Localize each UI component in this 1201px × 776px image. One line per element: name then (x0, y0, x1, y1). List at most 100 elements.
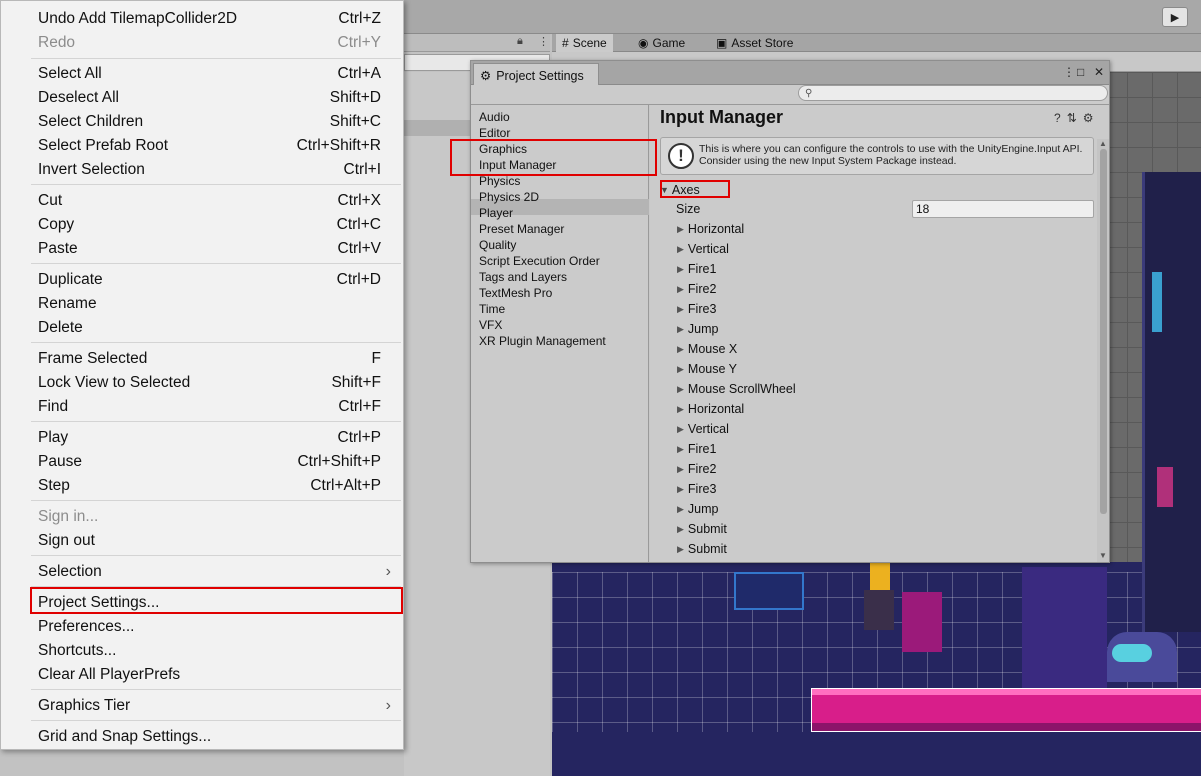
menu-item-shortcut: Ctrl+Z (338, 10, 381, 27)
sidebar-item-player[interactable]: Player (479, 205, 647, 221)
axis-foldout[interactable]: ▶ Jump (677, 320, 719, 338)
axis-foldout[interactable]: ▶ Mouse ScrollWheel (677, 380, 796, 398)
tab-game[interactable]: ◉ Game (632, 34, 691, 52)
menu-separator (31, 500, 401, 501)
axis-label: Horizontal (687, 402, 745, 416)
presets-icon[interactable]: ⇅ (1067, 111, 1083, 125)
menu-item-grid-and-snap-settings[interactable]: Grid and Snap Settings... (38, 725, 381, 749)
sidebar-item-script-execution-order[interactable]: Script Execution Order (479, 253, 647, 269)
size-label: Size (676, 202, 701, 216)
scene-pink-light (1157, 467, 1173, 507)
menu-item-shortcuts[interactable]: Shortcuts... (38, 639, 381, 663)
axis-label: Mouse X (687, 342, 738, 356)
axis-foldout[interactable]: ▶ Fire2 (677, 280, 716, 298)
menu-item-copy[interactable]: Copy Ctrl+C (38, 213, 381, 237)
menu-item-sign-in[interactable]: Sign in... (38, 505, 381, 529)
menu-item-frame-selected[interactable]: Frame Selected F (38, 347, 381, 371)
sidebar-item-xr-plugin-management[interactable]: XR Plugin Management (479, 333, 647, 349)
menu-item-selection[interactable]: Selection › (38, 560, 391, 584)
menu-item-redo[interactable]: Redo Ctrl+Y (38, 31, 381, 55)
sidebar-item-time[interactable]: Time (479, 301, 647, 317)
axis-foldout[interactable]: ▶ Mouse Y (677, 360, 737, 378)
sidebar-item-quality[interactable]: Quality (479, 237, 647, 253)
info-box: ! This is where you can configure the co… (660, 137, 1094, 175)
axis-foldout[interactable]: ▶ Fire3 (677, 300, 716, 318)
settings-search-input[interactable]: ⚲ (798, 85, 1108, 101)
settings-gear-icon[interactable]: ⚙ (1083, 111, 1100, 125)
axis-foldout[interactable]: ▶ Mouse X (677, 340, 737, 358)
axis-foldout[interactable]: ▶ Submit (677, 540, 727, 558)
axis-foldout[interactable]: ▶ Fire2 (677, 460, 716, 478)
axis-foldout[interactable]: ▶ Fire3 (677, 480, 716, 498)
menu-item-pause[interactable]: Pause Ctrl+Shift+P (38, 450, 381, 474)
menu-item-paste[interactable]: Paste Ctrl+V (38, 237, 381, 261)
sidebar-item-textmesh-pro[interactable]: TextMesh Pro (479, 285, 647, 301)
sidebar-item-physics-2d[interactable]: Physics 2D (479, 189, 647, 205)
sidebar-item-vfx[interactable]: VFX (479, 317, 647, 333)
collapsed-triangle-icon: ▶ (677, 383, 684, 394)
collapsed-triangle-icon: ▶ (677, 363, 684, 374)
axis-foldout[interactable]: ▶ Jump (677, 500, 719, 518)
menu-item-duplicate[interactable]: Duplicate Ctrl+D (38, 268, 381, 292)
help-icon[interactable]: ? (1054, 111, 1067, 125)
menu-item-delete[interactable]: Delete (38, 316, 381, 340)
sidebar-item-tags-and-layers[interactable]: Tags and Layers (479, 269, 647, 285)
menu-item-cut[interactable]: Cut Ctrl+X (38, 189, 381, 213)
menu-item-play[interactable]: Play Ctrl+P (38, 426, 381, 450)
menu-item-label: Graphics Tier (38, 697, 131, 714)
scroll-up-icon[interactable]: ▲ (1099, 139, 1107, 148)
highlight-input-manager (450, 139, 657, 176)
menu-item-select-prefab-root[interactable]: Select Prefab Root Ctrl+Shift+R (38, 134, 381, 158)
menu-item-preferences[interactable]: Preferences... (38, 615, 381, 639)
settings-content: Input Manager ?⇅⚙ ! This is where you ca… (650, 105, 1109, 562)
size-field[interactable]: 18 (912, 200, 1094, 218)
collapsed-triangle-icon: ▶ (677, 263, 684, 274)
tab-project-settings[interactable]: ⚙ Project Settings (473, 63, 599, 87)
axis-label: Fire2 (687, 462, 717, 476)
axis-foldout[interactable]: ▶ Horizontal (677, 220, 744, 238)
play-button[interactable]: ▶ (1162, 7, 1188, 27)
kebab-menu-icon[interactable]: ⋮ (1063, 65, 1075, 79)
menu-item-step[interactable]: Step Ctrl+Alt+P (38, 474, 381, 498)
scrollbar[interactable]: ▲ ▼ (1097, 139, 1109, 562)
gear-icon: ⚙ (480, 69, 492, 83)
maximize-icon[interactable]: □ (1077, 65, 1084, 79)
kebab-menu-icon[interactable]: ⋮ (538, 35, 549, 48)
lock-icon[interactable]: 🔒︎ (517, 35, 523, 48)
menu-item-undo-add-tilemapcollider2d[interactable]: Undo Add TilemapCollider2D Ctrl+Z (38, 7, 381, 31)
menu-item-sign-out[interactable]: Sign out (38, 529, 381, 553)
page-title: Input Manager (660, 107, 784, 127)
tab-asset-store[interactable]: ▣ Asset Store (710, 34, 799, 52)
sidebar-item-audio[interactable]: Audio (479, 109, 647, 125)
menu-item-graphics-tier[interactable]: Graphics Tier › (38, 694, 391, 718)
close-icon[interactable]: ✕ (1094, 65, 1104, 79)
collapsed-triangle-icon: ▶ (677, 303, 684, 314)
axis-foldout[interactable]: ▶ Vertical (677, 240, 729, 258)
player-sprite-legs (864, 590, 894, 630)
collapsed-triangle-icon: ▶ (677, 523, 684, 534)
menu-item-deselect-all[interactable]: Deselect All Shift+D (38, 86, 381, 110)
tab-label: Asset Store (731, 36, 794, 50)
sidebar-item-preset-manager[interactable]: Preset Manager (479, 221, 647, 237)
menu-item-select-children[interactable]: Select Children Shift+C (38, 110, 381, 134)
axis-foldout[interactable]: ▶ Horizontal (677, 400, 744, 418)
axis-foldout[interactable]: ▶ Fire1 (677, 260, 716, 278)
menu-item-shortcut: Shift+C (329, 113, 381, 130)
scene-platform (811, 688, 1201, 732)
menu-item-find[interactable]: Find Ctrl+F (38, 395, 381, 419)
menu-item-select-all[interactable]: Select All Ctrl+A (38, 62, 381, 86)
axis-foldout[interactable]: ▶ Vertical (677, 420, 729, 438)
menu-item-shortcut: Ctrl+V (337, 240, 382, 257)
menu-item-label: Lock View to Selected (38, 374, 191, 391)
axis-foldout[interactable]: ▶ Fire1 (677, 440, 716, 458)
menu-item-invert-selection[interactable]: Invert Selection Ctrl+I (38, 158, 381, 182)
scroll-down-icon[interactable]: ▼ (1099, 551, 1107, 560)
menu-item-lock-view-to-selected[interactable]: Lock View to Selected Shift+F (38, 371, 381, 395)
axis-foldout[interactable]: ▶ Submit (677, 520, 727, 538)
tab-scene[interactable]: # Scene (556, 34, 613, 52)
menu-item-clear-all-playerprefs[interactable]: Clear All PlayerPrefs (38, 663, 381, 687)
menu-item-rename[interactable]: Rename (38, 292, 381, 316)
menu-item-label: Sign in... (38, 508, 99, 525)
scroll-thumb[interactable] (1100, 149, 1107, 514)
menu-separator (31, 689, 401, 690)
